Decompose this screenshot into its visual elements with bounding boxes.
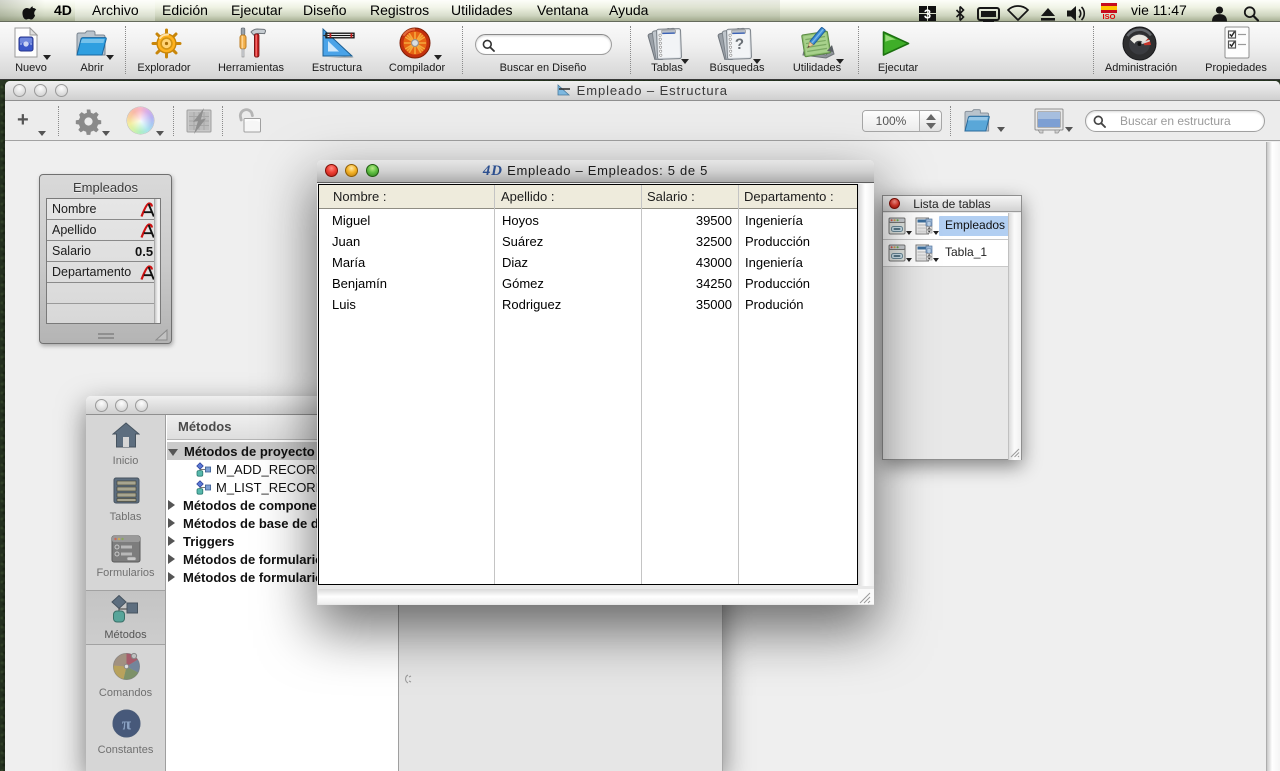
- svg-text:?: ?: [735, 36, 745, 53]
- svg-text:3: 3: [924, 7, 931, 22]
- svg-text:π: π: [122, 715, 132, 734]
